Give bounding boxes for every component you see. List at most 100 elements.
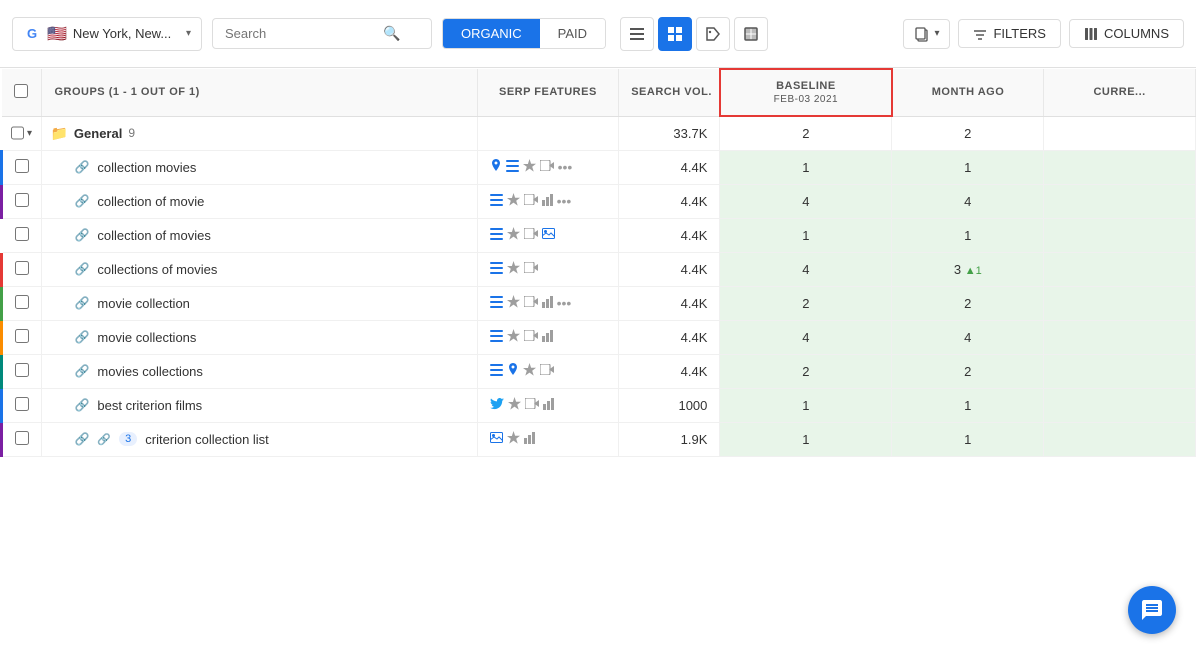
link-icon[interactable]: 🔗 <box>74 160 89 174</box>
serp-image-icon[interactable] <box>490 432 503 446</box>
link-badge[interactable]: 🔗 <box>97 433 111 446</box>
serp-video-icon[interactable] <box>525 398 539 412</box>
row-current <box>1044 252 1196 286</box>
link-icon[interactable]: 🔗 <box>74 296 89 310</box>
app-container: G 🇺🇸 New York, New... ▾ 🔍 ORGANIC PAID <box>0 0 1196 654</box>
serp-star-icon[interactable] <box>507 227 520 243</box>
serp-video-icon[interactable] <box>540 160 554 174</box>
serp-video-icon[interactable] <box>524 262 538 276</box>
serp-pin-icon[interactable] <box>490 159 502 176</box>
header-baseline: BASELINE FEB-03 2021 <box>720 69 892 116</box>
link-icon[interactable]: 🔗 <box>74 194 89 208</box>
serp-video-icon[interactable] <box>540 364 554 378</box>
organic-tab[interactable]: ORGANIC <box>443 19 540 48</box>
serp-star-icon[interactable] <box>508 397 521 413</box>
row-checkbox[interactable] <box>15 261 29 275</box>
link-icon[interactable]: 🔗 <box>74 398 89 412</box>
serp-star-icon[interactable] <box>507 431 520 447</box>
serp-star-icon[interactable] <box>523 363 536 379</box>
search-box[interactable]: 🔍 <box>212 18 432 49</box>
row-checkbox[interactable] <box>15 193 29 207</box>
expand-icon[interactable]: ▾ <box>27 125 32 141</box>
grid-view-btn[interactable] <box>658 17 692 51</box>
table-row: 🔗 collection movies •••4.4K11 <box>2 150 1196 184</box>
serp-image-icon[interactable] <box>542 228 555 242</box>
row-current <box>1044 388 1196 422</box>
serp-list-icon[interactable] <box>490 194 503 209</box>
row-baseline: 4 <box>720 320 892 354</box>
link-icon[interactable]: 🔗 <box>74 364 89 378</box>
table-row: 🔗 movies collections 4.4K22 <box>2 354 1196 388</box>
row-check-cell <box>2 218 42 252</box>
location-selector[interactable]: G 🇺🇸 New York, New... ▾ <box>12 17 202 51</box>
serp-twitter-icon[interactable] <box>490 398 504 413</box>
row-checkbox[interactable] <box>15 431 29 445</box>
group-baseline: 2 <box>720 116 892 150</box>
chat-button[interactable] <box>1128 586 1176 634</box>
row-month: 4 <box>892 184 1044 218</box>
search-input[interactable] <box>225 26 375 41</box>
row-checkbox[interactable] <box>15 329 29 343</box>
row-keyword-cell: 🔗 collection movies <box>42 150 477 184</box>
row-current <box>1044 286 1196 320</box>
link-icon[interactable]: 🔗 <box>74 228 89 242</box>
serp-list-icon[interactable] <box>490 364 503 379</box>
serp-list-icon[interactable] <box>490 330 503 345</box>
list-view-btn[interactable] <box>620 17 654 51</box>
row-check-cell <box>2 354 42 388</box>
row-serp-cell <box>477 218 619 252</box>
serp-video-icon[interactable] <box>524 330 538 344</box>
row-check-cell <box>2 320 42 354</box>
columns-button[interactable]: COLUMNS <box>1069 19 1184 48</box>
row-checkbox[interactable] <box>15 363 29 377</box>
serp-list-icon[interactable] <box>490 228 503 243</box>
serp-list-icon[interactable] <box>490 296 503 311</box>
row-checkbox[interactable] <box>15 295 29 309</box>
header-actions: ▾ FILTERS COLUMNS <box>903 19 1184 49</box>
serp-bar-icon[interactable] <box>543 398 554 413</box>
serp-list-icon[interactable] <box>490 262 503 277</box>
filters-button[interactable]: FILTERS <box>958 19 1061 48</box>
row-vol: 4.4K <box>619 252 720 286</box>
row-checkbox[interactable] <box>15 159 29 173</box>
row-serp-cell <box>477 354 619 388</box>
serp-video-icon[interactable] <box>524 194 538 208</box>
link-icon[interactable]: 🔗 <box>74 262 89 276</box>
serp-more-icon[interactable]: ••• <box>557 194 572 209</box>
serp-bar-icon[interactable] <box>542 330 553 345</box>
month-value: 3 ▲1 <box>954 262 982 277</box>
baseline-value: 1 <box>802 398 809 413</box>
serp-list-icon[interactable] <box>506 160 519 175</box>
serp-video-icon[interactable] <box>524 296 538 310</box>
tag-view-btn[interactable] <box>696 17 730 51</box>
month-value: 4 <box>964 330 971 345</box>
row-checkbox[interactable] <box>15 397 29 411</box>
serp-more-icon[interactable]: ••• <box>557 296 572 311</box>
select-all-checkbox[interactable] <box>14 84 28 98</box>
row-month: 2 <box>892 286 1044 320</box>
row-check-cell <box>2 184 42 218</box>
image-view-btn[interactable] <box>734 17 768 51</box>
table-row: 🔗 movie collections 4.4K44 <box>2 320 1196 354</box>
serp-bar-icon[interactable] <box>524 432 535 447</box>
serp-star-icon[interactable] <box>523 159 536 175</box>
serp-bar-icon[interactable] <box>542 296 553 311</box>
serp-video-icon[interactable] <box>524 228 538 242</box>
serp-star-icon[interactable] <box>507 261 520 277</box>
copy-button[interactable]: ▾ <box>903 19 950 49</box>
link-icon[interactable]: 🔗 <box>74 432 89 446</box>
serp-bar-icon[interactable] <box>542 194 553 209</box>
row-baseline: 2 <box>720 354 892 388</box>
serp-star-icon[interactable] <box>507 295 520 311</box>
group-checkbox[interactable] <box>11 126 24 140</box>
paid-tab[interactable]: PAID <box>540 19 605 48</box>
link-icon[interactable]: 🔗 <box>74 330 89 344</box>
serp-star-icon[interactable] <box>507 329 520 345</box>
serp-star-icon[interactable] <box>507 193 520 209</box>
serp-pin-icon[interactable] <box>507 363 519 380</box>
table-body: ▾ 📁 General 9 33.7K 2 <box>2 116 1196 456</box>
group-check-cell: ▾ <box>2 116 42 150</box>
serp-more-icon[interactable]: ••• <box>558 160 573 175</box>
keyword-text: movie collection <box>97 296 190 311</box>
row-checkbox[interactable] <box>15 227 29 241</box>
